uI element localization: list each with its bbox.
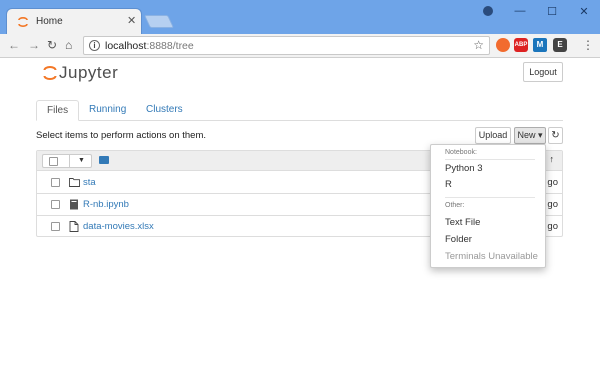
info-icon[interactable]: i (89, 40, 100, 51)
row-name[interactable]: sta (83, 177, 96, 188)
minimize-button[interactable]: — (504, 0, 536, 22)
row-checkbox[interactable] (51, 222, 60, 231)
url-path: :8888/tree (146, 40, 194, 52)
row-modified: go (547, 177, 558, 188)
select-all-group[interactable]: ▼ (42, 154, 92, 168)
terminals-unavailable-item: Terminals Unavailable (445, 251, 538, 262)
logout-button[interactable]: Logout (523, 62, 563, 82)
divider (445, 159, 535, 160)
row-name[interactable]: R-nb.ipynb (83, 199, 129, 210)
refresh-button[interactable]: ↻ (548, 127, 563, 144)
jupyter-logo[interactable]: Jupyter (43, 63, 118, 83)
row-checkbox[interactable] (51, 178, 60, 187)
folder-icon (69, 178, 80, 187)
file-icon (69, 221, 79, 232)
bookmark-star-icon[interactable]: ☆ (473, 38, 484, 52)
upload-button[interactable]: Upload (475, 127, 511, 144)
folder-icon[interactable] (99, 156, 109, 164)
tab-close-icon[interactable]: ✕ (127, 14, 136, 27)
forward-button[interactable]: → (28, 38, 40, 52)
chevron-down-icon[interactable]: ▼ (78, 157, 85, 164)
url-host: localhost (105, 40, 147, 52)
row-name[interactable]: data-movies.xlsx (83, 221, 154, 232)
browser-tab-title: Home (36, 16, 63, 27)
home-button[interactable]: ⌂ (65, 38, 72, 52)
jupyter-logo-text: Jupyter (59, 63, 119, 82)
jupyter-logo-icon (43, 66, 57, 80)
tab-running[interactable]: Running (79, 100, 136, 121)
new-dropdown-menu: Notebook: Python 3 R Other: Text File Fo… (430, 144, 546, 268)
browser-tab-home[interactable]: Home ✕ (6, 8, 142, 34)
new-text-file-item[interactable]: Text File (445, 217, 480, 228)
dashboard-tabs: Files Running Clusters (36, 100, 563, 121)
extension-m-icon[interactable]: M (533, 38, 547, 52)
divider (445, 197, 535, 198)
tab-files[interactable]: Files (36, 100, 80, 121)
back-button[interactable]: ← (8, 38, 20, 52)
reload-button[interactable]: ↻ (47, 38, 57, 52)
row-modified: go (547, 221, 558, 232)
other-section-header: Other: (445, 202, 465, 209)
notebook-icon (70, 199, 78, 210)
new-r-item[interactable]: R (445, 179, 452, 190)
new-tab-button[interactable] (143, 15, 175, 28)
select-instructions: Select items to perform actions on them. (36, 130, 207, 141)
new-dropdown-button[interactable]: New ▾ (514, 127, 546, 144)
tab-clusters[interactable]: Clusters (136, 100, 193, 121)
profile-button[interactable] (472, 0, 504, 22)
notebook-section-header: Notebook: (445, 149, 477, 156)
url-text: localhost:8888/tree (105, 40, 194, 52)
browser-menu-icon[interactable]: ⋮ (582, 38, 594, 52)
sort-arrow-icon[interactable]: ↑ (550, 154, 555, 164)
browser-toolbar: ← → ↻ ⌂ i localhost:8888/tree ☆ ABP M E … (0, 34, 600, 58)
address-bar[interactable]: i localhost:8888/tree ☆ (83, 36, 490, 55)
new-folder-item[interactable]: Folder (445, 234, 472, 245)
jupyter-header: Jupyter Logout (0, 59, 600, 91)
profile-icon (483, 6, 493, 16)
row-modified: go (547, 199, 558, 210)
jupyter-favicon-icon (18, 17, 28, 27)
browser-titlebar: Home ✕ — ☐ ✕ (0, 0, 600, 34)
close-window-button[interactable]: ✕ (568, 0, 600, 22)
extension-orange-icon[interactable] (496, 38, 510, 52)
divider (69, 155, 70, 167)
adblock-icon[interactable]: ABP (514, 38, 528, 52)
window-controls: — ☐ ✕ (472, 0, 600, 22)
evernote-icon[interactable]: E (553, 38, 567, 52)
new-python3-item[interactable]: Python 3 (445, 163, 483, 174)
row-checkbox[interactable] (51, 200, 60, 209)
select-all-checkbox[interactable] (49, 157, 58, 166)
maximize-button[interactable]: ☐ (536, 0, 568, 22)
